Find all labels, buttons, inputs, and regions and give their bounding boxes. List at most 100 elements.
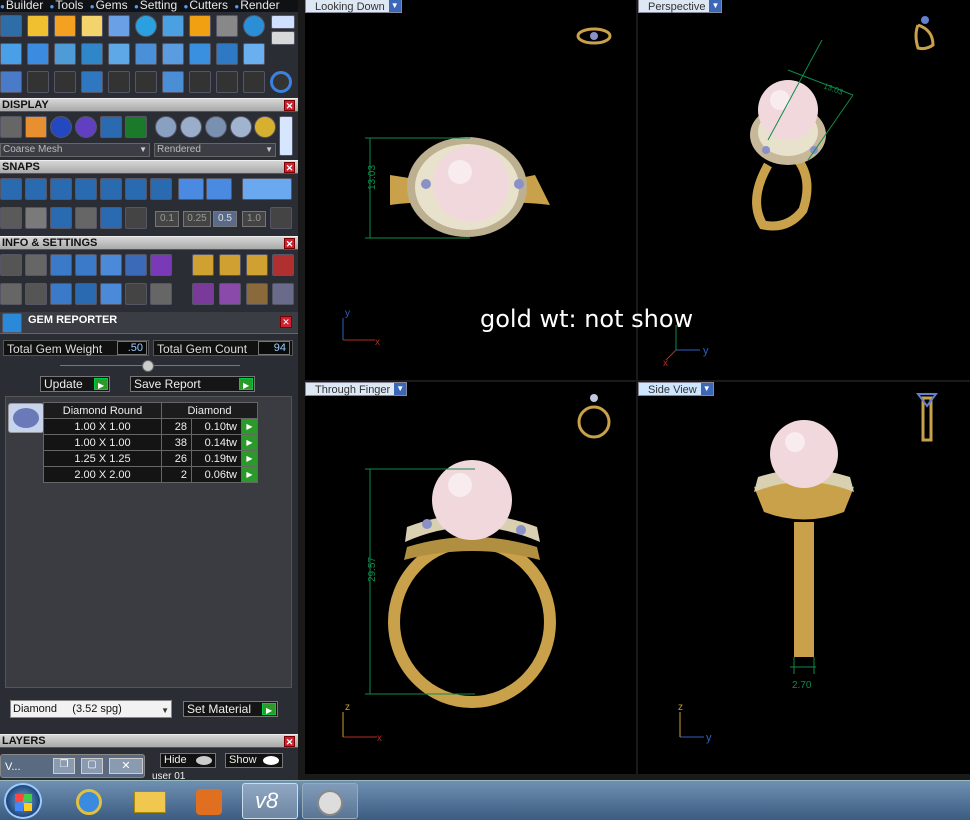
filter-icon[interactable]	[100, 283, 122, 305]
close-icon[interactable]: ✕	[284, 162, 295, 173]
snap-cube-icon[interactable]	[25, 207, 47, 229]
material-select[interactable]: Diamond (3.52 spg) ▼	[10, 700, 172, 718]
snap-diagonal-icon[interactable]	[50, 207, 72, 229]
split-shank-icon[interactable]	[135, 43, 157, 65]
delete-icon[interactable]	[243, 71, 265, 93]
chevron-down-icon[interactable]: ▼	[388, 0, 401, 12]
book-icon[interactable]	[75, 283, 97, 305]
bead-icon[interactable]	[216, 15, 238, 37]
report-icon[interactable]	[150, 283, 172, 305]
gear-ring-icon[interactable]	[243, 15, 265, 37]
show-layer-button[interactable]: Show	[225, 753, 283, 768]
cube-purple-icon[interactable]	[150, 254, 172, 276]
snap-curve-icon[interactable]	[25, 178, 47, 200]
matrix-app-icon[interactable]: v8	[242, 783, 298, 819]
shaded-icon[interactable]	[25, 116, 47, 138]
pave-icon[interactable]	[108, 15, 130, 37]
boxes-icon[interactable]	[0, 71, 22, 93]
menu-cutters[interactable]: Cutters	[184, 0, 228, 12]
close-icon[interactable]: ✕	[284, 100, 295, 111]
pen-icon[interactable]	[125, 254, 147, 276]
close-icon[interactable]: ✕	[280, 316, 292, 328]
menu-gems[interactable]: Gems	[90, 0, 128, 12]
grid-icon[interactable]	[125, 116, 147, 138]
wireframe-icon[interactable]	[0, 116, 22, 138]
select-row-button[interactable]: ▶	[241, 450, 258, 467]
wire-icon[interactable]	[243, 43, 265, 65]
snap-box-icon[interactable]	[0, 207, 22, 229]
display-side-toggle[interactable]	[279, 116, 293, 156]
snap-line-icon[interactable]	[206, 178, 232, 200]
diamond-icon[interactable]	[27, 43, 49, 65]
ring-icon[interactable]	[270, 71, 292, 93]
save-report-button[interactable]: Save Report	[130, 376, 255, 393]
internet-explorer-icon[interactable]	[62, 783, 118, 819]
channel-icon[interactable]	[216, 43, 238, 65]
select-icon[interactable]	[125, 283, 147, 305]
tab-side-view[interactable]: Side View ▼	[638, 382, 714, 396]
snap-grid-size-icon[interactable]	[270, 207, 292, 229]
info-g-icon[interactable]	[246, 283, 268, 305]
chevron-down-icon[interactable]: ▼	[394, 383, 407, 395]
snap-point-icon[interactable]	[75, 178, 97, 200]
chevron-down-icon[interactable]: ▼	[700, 383, 713, 395]
update-button[interactable]: Update	[40, 376, 110, 393]
spiral-icon[interactable]	[54, 71, 76, 93]
mesh-dropdown[interactable]: Coarse Mesh ▼	[0, 143, 150, 157]
info-b-icon[interactable]	[219, 254, 241, 276]
info-c-icon[interactable]	[246, 254, 268, 276]
prong-icon[interactable]	[81, 15, 103, 37]
set-material-button[interactable]: Set Material	[183, 701, 278, 718]
snap-eye-icon[interactable]	[100, 207, 122, 229]
material-2-icon[interactable]	[180, 116, 202, 138]
settings-gear-icon[interactable]	[0, 254, 22, 276]
rotate-icon[interactable]	[135, 71, 157, 93]
move-icon[interactable]	[108, 71, 130, 93]
gem-icon[interactable]	[54, 15, 76, 37]
menu-builder[interactable]: Builder	[0, 0, 43, 12]
render-icon[interactable]	[100, 116, 122, 138]
material-1-icon[interactable]	[155, 116, 177, 138]
snap-angle-icon[interactable]	[125, 207, 147, 229]
info-section-header[interactable]: INFO & SETTINGS ✕	[0, 236, 298, 250]
material-3-icon[interactable]	[205, 116, 227, 138]
maximize-icon[interactable]: ▢	[81, 758, 103, 774]
layers-section-header[interactable]: LAYERS ✕	[0, 734, 298, 748]
snap-value-4[interactable]: 1.0	[242, 211, 266, 227]
cabochon-icon[interactable]	[135, 15, 157, 37]
collapse-handle[interactable]	[142, 360, 154, 372]
menu-setting[interactable]: Setting	[134, 0, 177, 12]
select-row-button[interactable]: ▶	[241, 434, 258, 451]
snap-value-3[interactable]: 0.5	[213, 211, 237, 227]
tab-through-finger[interactable]: Through Finger ▼	[305, 382, 408, 396]
tab-looking-down[interactable]: Looking Down ▼	[305, 0, 402, 13]
info-f-icon[interactable]	[219, 283, 241, 305]
start-button[interactable]	[4, 783, 42, 819]
wrench-icon[interactable]	[25, 254, 47, 276]
gold-material-icon[interactable]	[254, 116, 276, 138]
info-h-icon[interactable]	[272, 283, 294, 305]
menu-render[interactable]: Render	[234, 0, 279, 12]
panel-toggle-icon[interactable]	[271, 15, 295, 29]
snap-value-2[interactable]: 0.25	[183, 211, 211, 227]
sphere-purple-icon[interactable]	[75, 116, 97, 138]
document-icon[interactable]	[100, 254, 122, 276]
hide-layer-button[interactable]: Hide	[160, 753, 216, 768]
minimized-window[interactable]: V... ❐ ▢ ✕	[0, 754, 145, 778]
snap-center-icon[interactable]	[150, 178, 172, 200]
panel-toggle-2-icon[interactable]	[271, 31, 295, 45]
snap-end-icon[interactable]	[100, 178, 122, 200]
bezel-icon[interactable]	[162, 15, 184, 37]
material-4-icon[interactable]	[230, 116, 252, 138]
info-d-icon[interactable]	[272, 254, 294, 276]
layers-stack-icon[interactable]	[50, 254, 72, 276]
halo-icon[interactable]	[189, 43, 211, 65]
band-icon[interactable]	[81, 43, 103, 65]
setting-icon[interactable]	[189, 15, 211, 37]
snap-toggle-icon[interactable]	[242, 178, 292, 200]
profile-icon[interactable]	[108, 43, 130, 65]
close-icon[interactable]: ✕	[284, 238, 295, 249]
cube-blue-icon[interactable]	[50, 283, 72, 305]
restore-icon[interactable]: ❐	[53, 758, 75, 774]
snaps-section-header[interactable]: SNAPS ✕	[0, 160, 298, 174]
